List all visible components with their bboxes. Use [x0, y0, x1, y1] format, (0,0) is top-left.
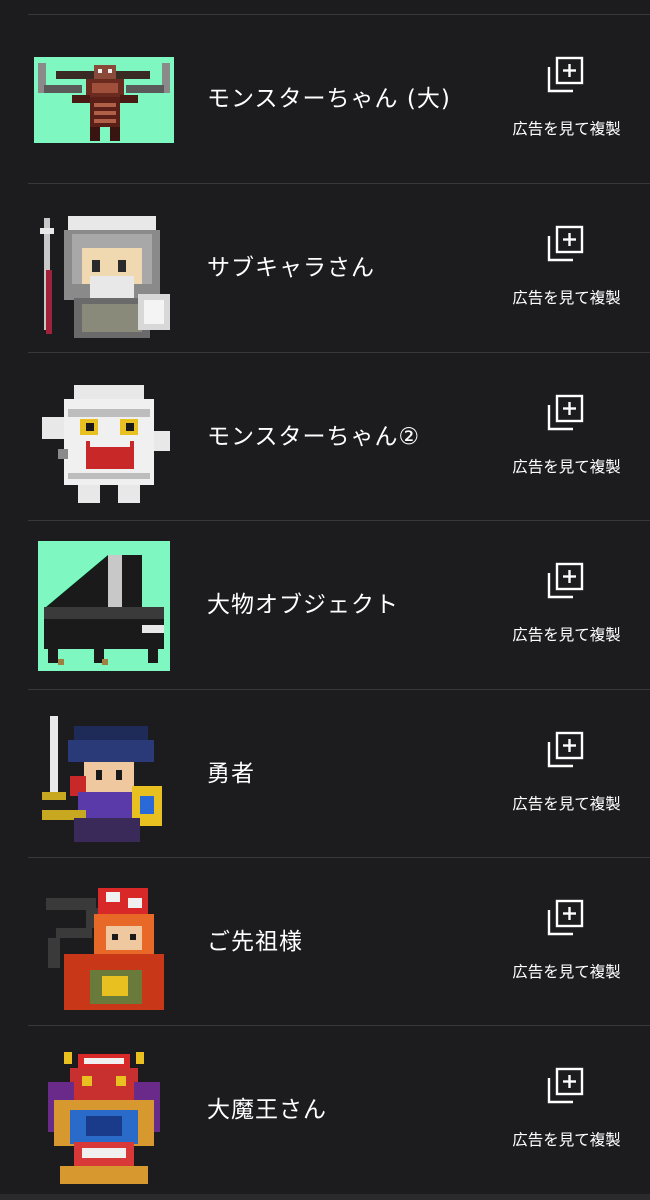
list-item[interactable]: 大魔王さん 広告を見て複製: [0, 1026, 650, 1194]
duplicate-with-ad-button[interactable]: 広告を見て複製: [494, 561, 639, 661]
ancestor-ghost-thumbnail: [34, 884, 174, 1010]
item-name: 勇者: [207, 761, 255, 787]
bottom-edge: [0, 1194, 650, 1200]
duplicate-with-ad-button[interactable]: 広告を見て複製: [494, 55, 639, 155]
duplicate-with-ad-button[interactable]: 広告を見て複製: [494, 1066, 639, 1166]
duplicate-label: 広告を見て複製: [512, 795, 621, 813]
list-item[interactable]: 大物オブジェクト 広告を見て複製: [0, 521, 650, 689]
old-sage-thumbnail: [34, 210, 174, 338]
duplicate-label: 広告を見て複製: [512, 1131, 621, 1149]
list-item[interactable]: モンスターちゃん② 広告を見て複製: [0, 353, 650, 521]
duplicate-plus-icon: [547, 1067, 584, 1104]
duplicate-plus-icon: [547, 562, 584, 599]
list-item[interactable]: 勇者 広告を見て複製: [0, 690, 650, 858]
hero-thumbnail: [34, 716, 174, 842]
demon-boss-thumbnail: [34, 57, 174, 143]
item-name: サブキャラさん: [207, 255, 375, 281]
list-item[interactable]: モンスターちゃん (大) 広告を見て複製: [0, 15, 650, 183]
duplicate-plus-icon: [547, 225, 584, 262]
mummy-monster-thumbnail: [34, 379, 174, 503]
list-item[interactable]: ご先祖様 広告を見て複製: [0, 858, 650, 1026]
duplicate-with-ad-button[interactable]: 広告を見て複製: [494, 393, 639, 493]
list-item[interactable]: サブキャラさん 広告を見て複製: [0, 184, 650, 352]
duplicate-label: 広告を見て複製: [512, 289, 621, 307]
duplicate-plus-icon: [547, 394, 584, 431]
duplicate-label: 広告を見て複製: [512, 963, 621, 981]
demon-lord-thumbnail: [34, 1052, 174, 1184]
item-name: 大物オブジェクト: [207, 592, 399, 618]
duplicate-plus-icon: [547, 731, 584, 768]
item-name: モンスターちゃん (大): [207, 86, 451, 112]
duplicate-label: 広告を見て複製: [512, 626, 621, 644]
item-name: ご先祖様: [207, 929, 303, 955]
duplicate-with-ad-button[interactable]: 広告を見て複製: [494, 898, 639, 998]
duplicate-with-ad-button[interactable]: 広告を見て複製: [494, 224, 639, 324]
item-name: モンスターちゃん②: [207, 424, 421, 450]
duplicate-plus-icon: [547, 899, 584, 936]
duplicate-label: 広告を見て複製: [512, 120, 621, 138]
item-name: 大魔王さん: [207, 1097, 327, 1123]
duplicate-label: 広告を見て複製: [512, 458, 621, 476]
duplicate-with-ad-button[interactable]: 広告を見て複製: [494, 730, 639, 830]
duplicate-plus-icon: [547, 56, 584, 93]
grand-piano-thumbnail: [38, 541, 170, 671]
